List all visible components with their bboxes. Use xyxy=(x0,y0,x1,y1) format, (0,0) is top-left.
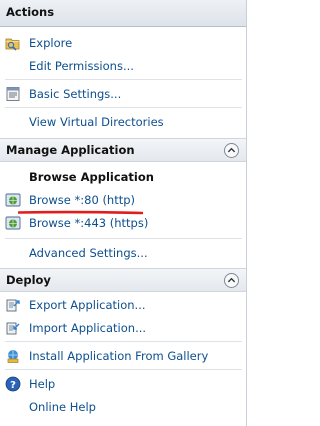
basic-settings-link[interactable]: Basic Settings... xyxy=(29,87,121,101)
basic-settings-action[interactable]: Basic Settings... xyxy=(0,82,246,105)
separator xyxy=(5,238,242,239)
install-from-gallery-action[interactable]: Install Application From Gallery xyxy=(0,344,246,367)
manage-application-header[interactable]: Manage Application xyxy=(0,138,246,162)
browse-http-link[interactable]: Browse *:80 (http) xyxy=(29,193,135,207)
online-help-action[interactable]: Online Help xyxy=(0,395,246,418)
explore-link[interactable]: Explore xyxy=(29,36,72,50)
help-action[interactable]: ? Help xyxy=(0,372,246,395)
browse-application-subheader: Browse Application xyxy=(0,165,246,188)
collapse-manage-application-button[interactable] xyxy=(224,142,239,158)
collapse-deploy-button[interactable] xyxy=(224,272,239,288)
folder-explore-icon xyxy=(5,38,20,51)
manage-application-title: Manage Application xyxy=(6,143,135,157)
advanced-settings-action[interactable]: Advanced Settings... xyxy=(0,241,246,264)
separator xyxy=(5,107,242,108)
settings-page-icon xyxy=(6,86,20,101)
help-link[interactable]: Help xyxy=(29,377,55,391)
separator xyxy=(5,369,242,370)
browse-https-link[interactable]: Browse *:443 (https) xyxy=(29,216,148,230)
help-icon: ? xyxy=(5,376,21,391)
export-application-link[interactable]: Export Application... xyxy=(29,298,146,312)
actions-pane: Actions Explore Edit Permissions... Basi… xyxy=(0,0,247,426)
red-underline-annotation xyxy=(18,210,143,215)
globe-browse-icon xyxy=(5,216,21,229)
explore-action[interactable]: Explore xyxy=(0,31,246,54)
edit-permissions-action[interactable]: Edit Permissions... xyxy=(0,54,246,77)
chevron-up-icon xyxy=(227,277,236,282)
import-application-icon xyxy=(6,322,20,334)
import-application-link[interactable]: Import Application... xyxy=(29,321,146,335)
globe-browse-icon xyxy=(5,193,21,206)
view-virtual-directories-link[interactable]: View Virtual Directories xyxy=(29,115,164,129)
separator xyxy=(5,341,242,342)
deploy-header[interactable]: Deploy xyxy=(0,268,246,292)
advanced-settings-link[interactable]: Advanced Settings... xyxy=(29,246,148,260)
svg-text:?: ? xyxy=(10,380,16,391)
export-application-icon xyxy=(6,299,20,311)
import-application-action[interactable]: Import Application... xyxy=(0,316,246,339)
browse-http-action[interactable]: Browse *:80 (http) xyxy=(0,188,246,211)
install-from-gallery-link[interactable]: Install Application From Gallery xyxy=(29,349,208,363)
gallery-install-icon xyxy=(7,349,19,363)
edit-permissions-link[interactable]: Edit Permissions... xyxy=(29,59,134,73)
deploy-title: Deploy xyxy=(6,273,51,287)
view-virtual-directories-action[interactable]: View Virtual Directories xyxy=(0,110,246,133)
browse-application-title: Browse Application xyxy=(29,169,154,184)
chevron-up-icon xyxy=(227,147,236,152)
export-application-action[interactable]: Export Application... xyxy=(0,293,246,316)
online-help-link[interactable]: Online Help xyxy=(29,400,96,414)
separator xyxy=(5,79,242,80)
actions-pane-title: Actions xyxy=(0,0,246,27)
